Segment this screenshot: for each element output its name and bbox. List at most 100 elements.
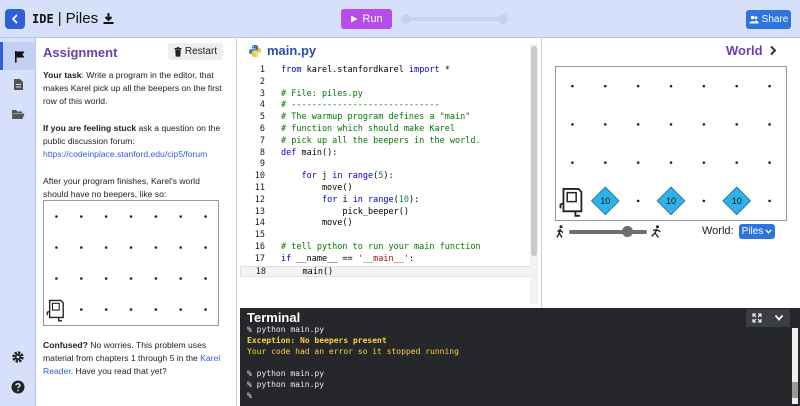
terminal-scrollbar[interactable] (792, 328, 798, 404)
assignment-title: Assignment (43, 45, 118, 60)
expand-icon[interactable] (752, 313, 762, 323)
sidebar-item-assignment[interactable] (0, 42, 36, 70)
line-number: 3 (259, 88, 265, 99)
stuck-paragraph: If you are feeling stuck ask a question … (43, 122, 225, 161)
download-icon[interactable] (102, 12, 115, 25)
chevron-right-icon[interactable] (769, 45, 777, 56)
world-corner-dot (104, 277, 108, 280)
code-line[interactable]: 18 main() (240, 265, 532, 278)
goal-world-preview (43, 200, 219, 326)
code-line[interactable]: 12 for i in range(10): (240, 195, 532, 207)
code-line[interactable]: 1 from karel.stanfordkarel import * (240, 65, 532, 77)
after-paragraph: After your program finishes, Karel's wor… (43, 175, 225, 201)
beeper-count: 10 (732, 196, 742, 206)
animation-speed-slider[interactable] (569, 230, 647, 234)
code-line[interactable]: 2 (240, 77, 532, 89)
line-code: # ----------------------------- (281, 100, 440, 112)
world-corner-dot (603, 84, 607, 88)
world-corner-dot (79, 215, 83, 218)
code-token: range (347, 171, 374, 182)
world-corner-dot (104, 215, 108, 218)
line-number: 2 (259, 76, 265, 87)
sidebar-item-docs[interactable] (0, 70, 36, 98)
code-token: __name__ == (296, 253, 358, 264)
code-token: # File: piles.py (281, 88, 363, 99)
code-area[interactable]: 1 from karel.stanfordkarel import * 2 3 # Fi… (240, 65, 532, 278)
code-line[interactable]: 5 # The warmup program defines a "main" (240, 112, 532, 124)
ide-label: IDE (32, 11, 54, 26)
users-icon (749, 15, 759, 24)
line-code: # File: piles.py (281, 89, 363, 101)
code-line[interactable]: 4 # ----------------------------- (240, 100, 532, 112)
world-canvas: 10 10 10 (559, 84, 771, 217)
terminal-line: % python main.py (247, 369, 325, 378)
terminal-output[interactable]: % python main.py Exception: No beepers pr… (247, 324, 787, 401)
world-corner-dot (154, 277, 158, 280)
world-corner-dot (768, 123, 771, 126)
slider-knob-start[interactable] (401, 14, 411, 24)
confused-paragraph: Confused? No worries. This problem uses … (43, 339, 225, 378)
sidebar-item-files[interactable] (0, 100, 36, 128)
world-corner-dot (735, 84, 739, 88)
share-button[interactable]: Share (746, 10, 791, 29)
world-header[interactable]: World (726, 43, 777, 58)
code-line[interactable]: 9 (240, 159, 532, 171)
file-tab[interactable]: main.py (248, 43, 316, 58)
gear-icon (12, 351, 24, 363)
trash-icon (174, 46, 182, 57)
world-corner-dot (669, 161, 673, 164)
world-corner-dot (702, 199, 706, 203)
sidebar-item-settings[interactable] (0, 343, 36, 371)
run-button[interactable]: Run (341, 9, 392, 29)
code-line[interactable]: 14 move() (240, 218, 532, 230)
world-corner-dot (571, 161, 574, 164)
restart-button[interactable]: Restart (168, 43, 223, 60)
code-token: karel.stanfordkarel (306, 65, 409, 75)
world-corner-dot (735, 123, 739, 126)
world-corner-dot (79, 308, 83, 311)
code-line[interactable]: 6 # function which should make Karel (240, 124, 532, 136)
terminal-scroll-thumb[interactable] (792, 382, 798, 398)
code-token: pick_beeper() (281, 206, 409, 217)
world-corner-dot (204, 308, 207, 311)
code-line[interactable]: 11 move() (240, 183, 532, 195)
code-line[interactable]: 16 # tell python to run your main functio… (240, 242, 532, 254)
code-token: def (281, 147, 302, 158)
animation-speed-knob[interactable] (622, 226, 633, 237)
line-code: from karel.stanfordkarel import * (281, 65, 450, 77)
code-token: # function which should make Karel (281, 123, 455, 134)
code-token: for (301, 171, 322, 182)
world-corner-dot (79, 277, 83, 280)
code-line[interactable]: 10 for j in range(5): (240, 171, 532, 183)
code-line[interactable]: 8 def main(): (240, 148, 532, 160)
slider-knob-end[interactable] (498, 14, 508, 24)
editor-scrollbar[interactable] (530, 44, 538, 304)
forum-link[interactable]: https://codeinplace.stanford.edu/cip5/fo… (43, 149, 207, 159)
code-line[interactable]: 7 # pick up all the beepers in the world. (240, 136, 532, 148)
world-corner-dot (702, 123, 706, 126)
karel-robot-icon (46, 299, 64, 322)
sidebar-item-help[interactable] (0, 373, 36, 401)
after-text: After your program finishes, Karel's wor… (43, 176, 200, 199)
line-number: 10 (254, 171, 265, 182)
code-line[interactable]: 3 # File: piles.py (240, 89, 532, 101)
world-corner-dot (702, 84, 706, 88)
karel-world: 10 10 10 (555, 66, 787, 221)
code-line[interactable]: 15 (240, 230, 532, 242)
world-select[interactable]: Piles (739, 224, 775, 239)
run-label: Run (362, 13, 383, 25)
code-line[interactable]: 13 pick_beeper() (240, 207, 532, 219)
world-corner-dot (104, 246, 108, 249)
code-line[interactable]: 17 if __name__ == '__main__': (240, 254, 532, 266)
chevron-down-icon[interactable] (774, 314, 784, 322)
line-code: move() (281, 218, 353, 230)
line-code: for i in range(10): (281, 195, 419, 207)
world-corner-dot (79, 246, 83, 249)
editor-scroll-thumb[interactable] (531, 46, 537, 256)
run-speed-slider[interactable] (401, 14, 508, 24)
play-icon (351, 15, 358, 23)
world-corner-dot (768, 161, 771, 164)
line-code: # tell python to run your main function (281, 242, 481, 254)
code-token: main() (282, 266, 334, 277)
back-button[interactable] (5, 9, 25, 29)
